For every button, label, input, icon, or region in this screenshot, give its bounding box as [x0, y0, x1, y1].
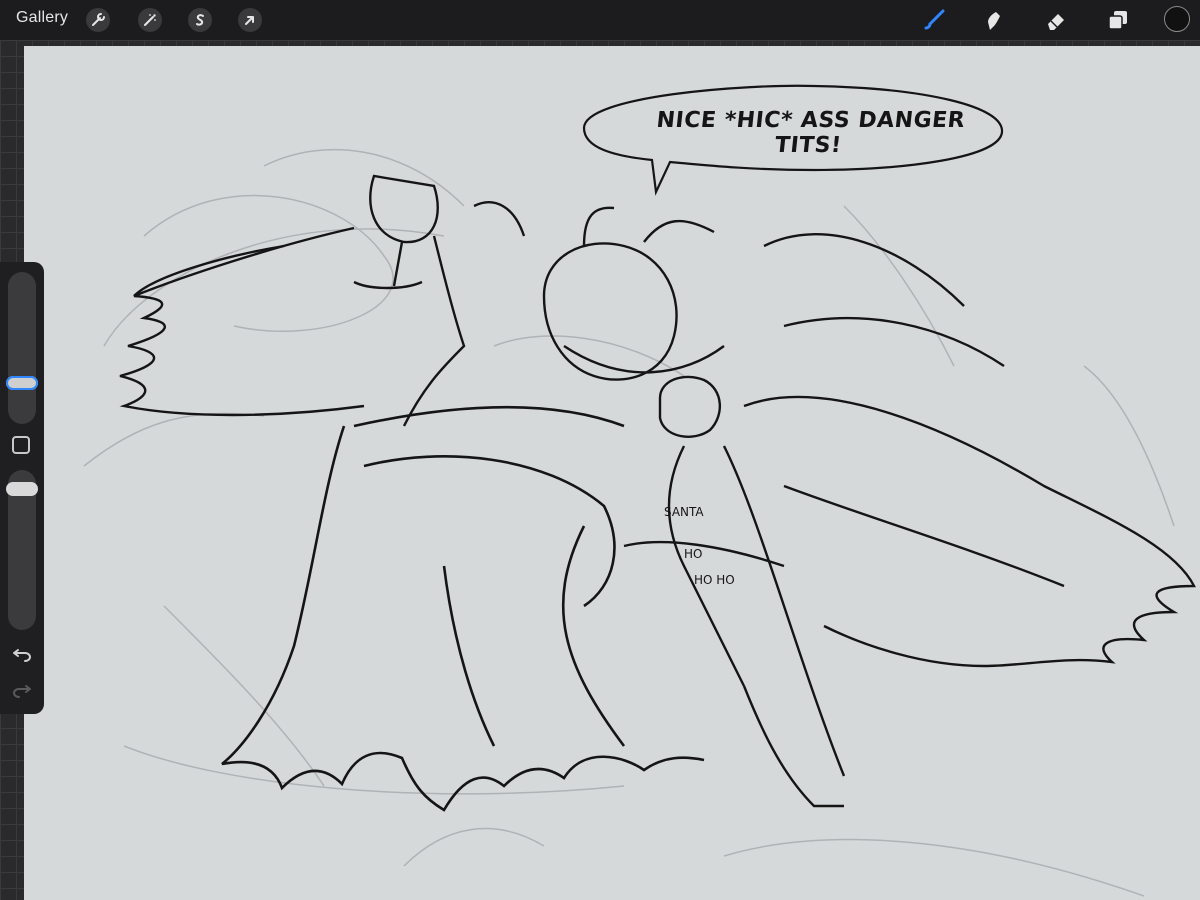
brush-size-slider[interactable]	[8, 272, 36, 424]
small-figure: SANTA HO HO HO	[623, 375, 846, 808]
layers-icon[interactable]	[1104, 6, 1132, 34]
right-wing	[743, 233, 1196, 668]
left-sidebar	[0, 262, 44, 714]
left-wing	[119, 226, 365, 417]
dress	[221, 405, 705, 812]
magic-wand-icon[interactable]	[138, 8, 162, 32]
wrench-icon[interactable]	[86, 8, 110, 32]
smudge-icon[interactable]	[980, 6, 1008, 34]
eraser-icon[interactable]	[1042, 6, 1070, 34]
selection-icon[interactable]	[188, 8, 212, 32]
sketch-artwork: SANTA HO HO HO	[83, 84, 1196, 897]
square-icon[interactable]	[12, 436, 30, 454]
color-picker-swatch[interactable]	[1164, 6, 1190, 32]
transform-arrow-icon[interactable]	[238, 8, 262, 32]
drawing-canvas[interactable]: SANTA HO HO HO NICE *HIC* ASS DANGER TIT…	[24, 46, 1200, 900]
top-toolbar: Gallery	[0, 0, 1200, 40]
gallery-button[interactable]: Gallery	[16, 9, 68, 27]
wine-glass	[353, 174, 526, 427]
main-figure-head	[542, 206, 725, 381]
brush-icon[interactable]	[920, 6, 948, 34]
undo-icon[interactable]	[10, 642, 34, 666]
brush-size-handle[interactable]	[6, 376, 38, 390]
opacity-handle[interactable]	[6, 482, 38, 496]
redo-icon[interactable]	[10, 678, 34, 702]
speech-bubble-text: NICE *HIC* ASS DANGER TITS!	[655, 108, 967, 158]
svg-text:HO: HO	[684, 547, 702, 561]
svg-text:HO HO: HO HO	[694, 573, 735, 587]
svg-text:SANTA: SANTA	[664, 505, 704, 519]
